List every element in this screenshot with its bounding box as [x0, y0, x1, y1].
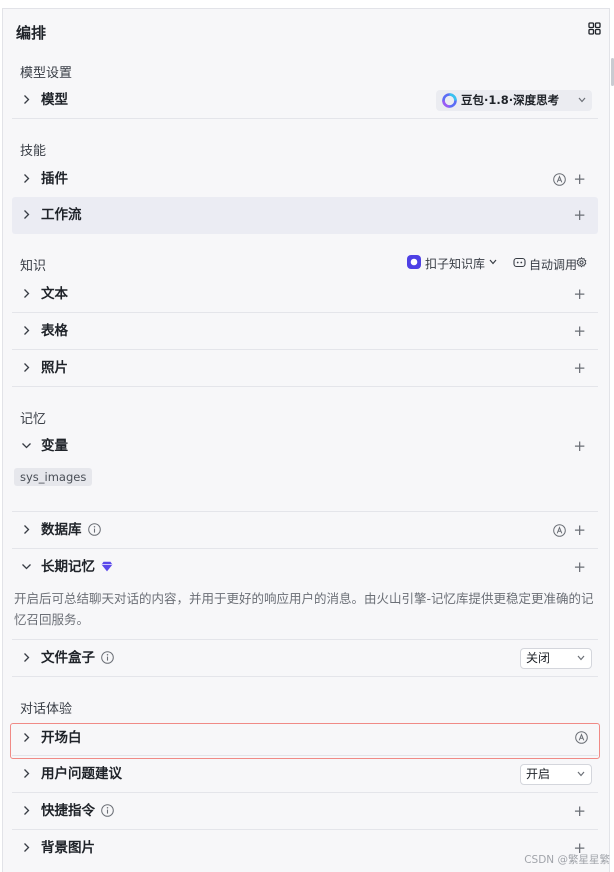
add-icon[interactable]: +	[573, 161, 586, 197]
chevron-right-icon	[24, 653, 30, 662]
row-label-wrap: 快捷指令	[41, 793, 114, 829]
select-value: 关闭	[526, 651, 551, 665]
row-file-box[interactable]: 文件盒子 关闭	[12, 640, 598, 677]
add-icon[interactable]: +	[573, 313, 586, 349]
row-label-wrap: 文件盒子	[41, 640, 114, 676]
row-label: 文件盒子	[41, 650, 95, 666]
row-label: 表格	[41, 323, 68, 339]
chevron-right-icon	[24, 174, 30, 183]
row-label: 文本	[41, 286, 68, 302]
watermark: CSDN @繁星星繁	[524, 854, 610, 866]
section-skills: 技能	[20, 144, 47, 159]
chevron-down-icon	[577, 655, 585, 661]
row-background-image[interactable]: 背景图片 +	[12, 830, 598, 867]
auto-invoke-label: 自动调用	[529, 258, 578, 272]
knowledge-base-label: 扣子知识库	[425, 257, 486, 271]
chevron-down-icon	[578, 97, 586, 103]
row-photo[interactable]: 照片 +	[12, 350, 598, 387]
chevron-right-icon	[24, 363, 30, 372]
chevron-down-icon	[577, 771, 585, 777]
add-icon[interactable]: +	[573, 793, 586, 829]
section-model-settings: 模型设置	[20, 66, 73, 81]
row-label: 快捷指令	[41, 803, 95, 819]
file-box-select[interactable]: 关闭	[520, 648, 592, 669]
row-label-wrap: 长期记忆	[41, 549, 113, 585]
chevron-right-icon	[24, 95, 30, 104]
chevron-down-icon	[22, 443, 31, 449]
long-term-memory-description: 开启后可总结聊天对话的内容，并用于更好的响应用户的消息。由火山引擎-记忆库提供更…	[14, 591, 594, 627]
grid-icon[interactable]	[588, 22, 601, 35]
row-label-wrap: 数据库	[41, 512, 101, 548]
select-value: 开启	[526, 767, 551, 781]
row-variable[interactable]: 变量 +	[12, 428, 598, 465]
model-selector[interactable]: 豆包·1.8·深度思考	[436, 90, 592, 111]
row-long-term-memory[interactable]: 长期记忆 +	[12, 549, 598, 586]
info-icon[interactable]	[87, 523, 101, 536]
chevron-down-icon	[489, 259, 497, 265]
chevron-right-icon	[24, 326, 30, 335]
chevron-down-icon	[22, 564, 31, 570]
add-icon[interactable]: +	[573, 197, 586, 233]
row-label: 照片	[41, 360, 68, 376]
chevron-right-icon	[24, 525, 30, 534]
row-shortcuts[interactable]: 快捷指令 +	[12, 793, 598, 830]
robot-icon	[513, 257, 526, 268]
row-label: 工作流	[41, 207, 82, 223]
diamond-icon	[101, 561, 113, 572]
section-experience: 对话体验	[20, 702, 73, 717]
row-database[interactable]: 数据库 +	[12, 512, 598, 549]
add-icon[interactable]: +	[573, 512, 586, 548]
row-label: 背景图片	[41, 840, 95, 856]
doubao-logo-icon	[442, 93, 457, 108]
gear-icon[interactable]	[576, 257, 587, 268]
info-icon[interactable]	[101, 651, 114, 664]
row-question-suggestions[interactable]: 用户问题建议 开启	[12, 756, 598, 793]
add-icon[interactable]: +	[573, 549, 586, 585]
row-workflow[interactable]: 工作流 +	[12, 197, 598, 234]
highlight-frame	[10, 723, 600, 759]
row-label: 长期记忆	[41, 559, 95, 575]
row-label: 用户问题建议	[41, 766, 122, 782]
chevron-right-icon	[24, 210, 30, 219]
info-icon[interactable]	[101, 804, 114, 817]
chevron-right-icon	[24, 843, 30, 852]
row-label: 数据库	[41, 522, 82, 538]
row-table[interactable]: 表格 +	[12, 313, 598, 350]
coze-logo-icon	[407, 255, 421, 269]
chevron-right-icon	[24, 769, 30, 778]
model-name: 豆包·1.8·深度思考	[461, 93, 560, 107]
row-text[interactable]: 文本 +	[12, 276, 598, 313]
row-label: 插件	[41, 171, 68, 187]
panel-title: 编排	[16, 24, 47, 42]
auto-mode-icon[interactable]	[553, 173, 566, 186]
section-memory: 记忆	[20, 412, 47, 427]
add-icon[interactable]: +	[573, 350, 586, 386]
section-knowledge: 知识	[20, 259, 47, 274]
row-label: 模型	[41, 92, 68, 108]
chevron-right-icon	[24, 806, 30, 815]
row-label: 变量	[41, 438, 68, 454]
auto-mode-icon[interactable]	[553, 524, 566, 537]
row-model[interactable]: 模型 豆包·1.8·深度思考	[12, 82, 598, 119]
row-plugin[interactable]: 插件 +	[12, 161, 598, 198]
add-icon[interactable]: +	[573, 276, 586, 312]
chevron-right-icon	[24, 289, 30, 298]
variable-tag[interactable]: sys_images	[14, 468, 93, 486]
suggestions-select[interactable]: 开启	[520, 764, 592, 785]
add-icon[interactable]: +	[573, 428, 586, 464]
